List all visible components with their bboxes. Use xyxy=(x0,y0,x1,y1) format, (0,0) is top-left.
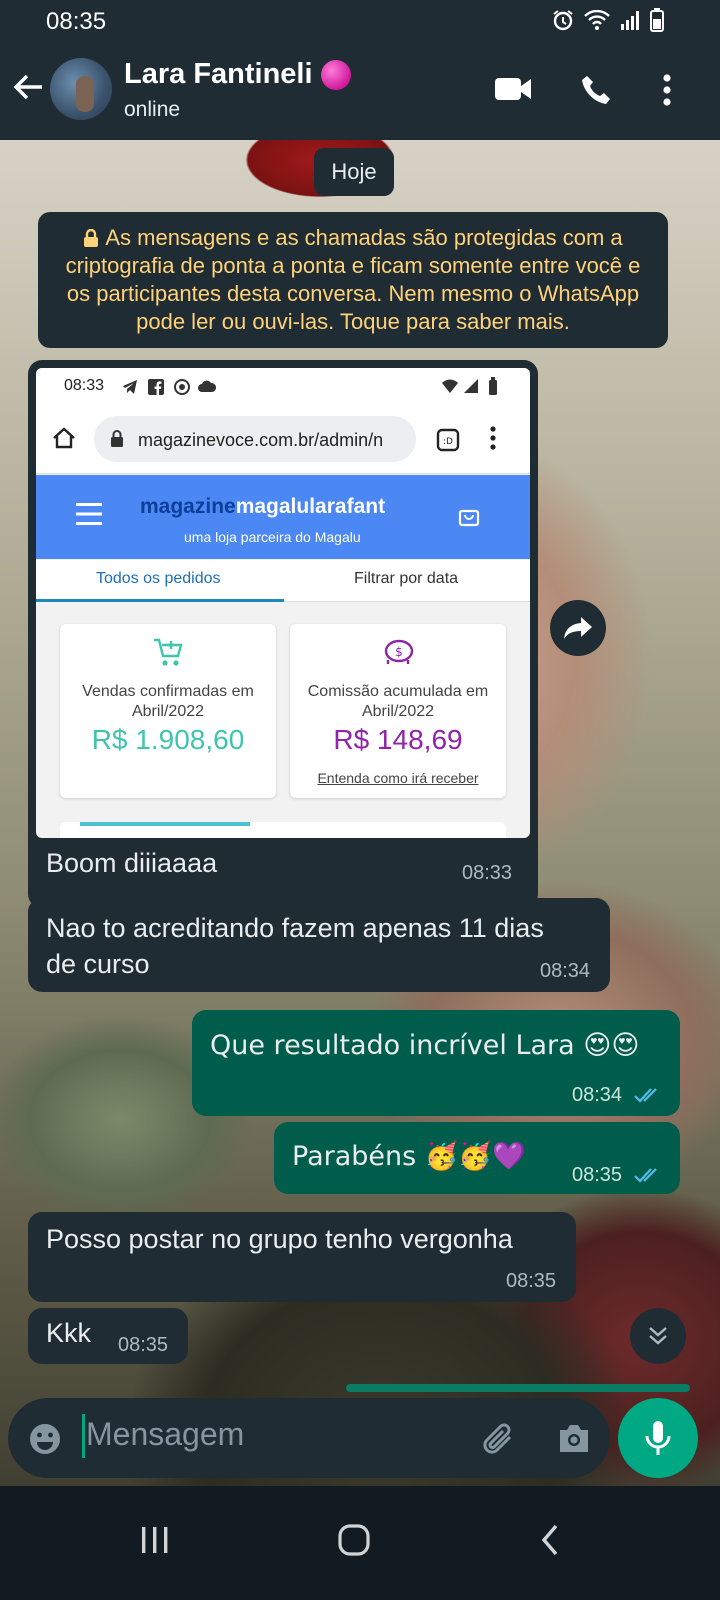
double-chevron-down-icon xyxy=(649,1327,667,1345)
tab-filter-date: Filtrar por data xyxy=(354,570,459,587)
store-subtitle: uma loja parceira do Magalu xyxy=(184,529,361,545)
message-text: Kkk xyxy=(46,1318,92,1348)
read-receipt-icon xyxy=(634,1088,657,1103)
more-options-icon[interactable] xyxy=(662,74,672,106)
message-bubble-outgoing[interactable]: Parabéns 🥳🥳💜 08:35 xyxy=(274,1122,680,1194)
orders-tabs: Todos os pedidos Filtrar por data xyxy=(36,560,530,602)
pink-circle-emoji-icon xyxy=(320,59,351,90)
date-chip: Hoje xyxy=(314,148,394,196)
message-text: Parabéns 🥳🥳💜 xyxy=(292,1141,526,1172)
contact-name-text: Lara Fantineli xyxy=(124,58,313,90)
commission-label: Comissão acumulada em Abril/2022 xyxy=(307,683,489,720)
image-message[interactable]: 08:33 magazinevoce.com.br/admin/n :D mag… xyxy=(28,360,538,908)
sales-value: R$ 1.908,60 xyxy=(91,724,245,755)
signal-icon xyxy=(621,11,639,30)
back-arrow-icon[interactable] xyxy=(12,72,44,102)
status-time: 08:35 xyxy=(46,8,107,35)
recent-apps-icon[interactable] xyxy=(140,1526,170,1554)
text-cursor xyxy=(82,1414,85,1458)
message-bubble-outgoing[interactable]: Que resultado incrível Lara 😍😍 08:34 xyxy=(192,1010,680,1116)
emoji-icon[interactable] xyxy=(28,1422,62,1456)
shopping-bag-icon xyxy=(458,509,480,527)
screenshot-signal-icon xyxy=(464,379,478,393)
screenshot-wifi-icon xyxy=(442,379,458,393)
microphone-icon xyxy=(645,1421,671,1455)
back-nav-icon[interactable] xyxy=(540,1524,560,1556)
avatar[interactable] xyxy=(50,58,112,120)
message-time: 08:35 xyxy=(506,1270,557,1292)
screenshot-status-bar: 08:33 xyxy=(36,368,530,406)
store-brand: magazinemagalularafant xyxy=(140,495,385,519)
cart-plus-icon xyxy=(154,638,183,666)
url-field: magazinevoce.com.br/admin/n xyxy=(94,416,416,462)
read-receipt-icon xyxy=(634,1168,657,1183)
message-time: 08:35 xyxy=(118,1334,169,1356)
hamburger-menu-icon xyxy=(76,503,102,525)
message-text: Posso postar no grupo tenho vergonha xyxy=(46,1224,513,1254)
home-icon xyxy=(53,427,75,449)
message-time: 08:34 xyxy=(572,1084,623,1106)
browser-menu-icon xyxy=(490,426,496,450)
svg-text::D: :D xyxy=(443,437,453,447)
store-banner: magazinemagalularafant uma loja parceira… xyxy=(36,475,530,559)
message-text: Nao to acreditando fazem apenas 11 dias … xyxy=(46,913,544,979)
forward-arrow-icon xyxy=(564,617,592,639)
image-message-time: 08:33 xyxy=(462,862,513,884)
message-bubble[interactable]: Nao to acreditando fazem apenas 11 dias … xyxy=(28,898,610,992)
message-time: 08:35 xyxy=(572,1164,623,1186)
message-bubble[interactable]: Posso postar no grupo tenho vergonha 08:… xyxy=(28,1212,576,1302)
lock-icon xyxy=(83,226,99,247)
message-text: Que resultado incrível Lara 😍😍 xyxy=(210,1030,640,1061)
contact-status: online xyxy=(124,98,181,121)
status-bar: 08:35 xyxy=(0,0,720,44)
shared-screenshot[interactable]: 08:33 magazinevoce.com.br/admin/n :D mag… xyxy=(36,368,530,838)
voice-call-icon[interactable] xyxy=(580,74,612,106)
battery-icon xyxy=(650,8,664,32)
telegram-icon xyxy=(123,380,137,394)
message-input-placeholder[interactable]: Mensagem xyxy=(86,1416,244,1453)
padlock-icon xyxy=(111,430,123,447)
url-text: magazinevoce.com.br/admin/n xyxy=(138,430,384,450)
contact-name[interactable]: Lara Fantineli xyxy=(124,58,351,91)
home-button-icon[interactable] xyxy=(338,1524,370,1556)
alarm-icon xyxy=(553,10,573,31)
active-tab-indicator xyxy=(36,599,284,602)
encryption-notice[interactable]: As mensagens e as chamadas são protegida… xyxy=(38,212,668,348)
tab-all-orders: Todos os pedidos xyxy=(96,570,221,587)
encryption-notice-text: As mensagens e as chamadas são protegida… xyxy=(65,225,641,334)
image-caption: Boom diiiaaaa xyxy=(46,848,218,878)
commission-value: R$ 148,69 xyxy=(333,724,463,755)
attach-icon[interactable] xyxy=(480,1420,518,1458)
receive-info-link: Entenda como irá receber xyxy=(317,770,479,786)
commission-card: $ Comissão acumulada em Abril/2022 R$ 14… xyxy=(290,624,506,798)
store-brand-name: magalularafant xyxy=(235,495,386,518)
chat-header: Lara Fantineli online xyxy=(0,44,720,140)
store-brand-prefix: magazine xyxy=(140,495,236,518)
sales-label: Vendas confirmadas em Abril/2022 xyxy=(82,683,254,720)
svg-text:$: $ xyxy=(395,645,403,659)
status-icons xyxy=(552,8,664,32)
facebook-icon xyxy=(148,379,164,395)
next-card-peek xyxy=(60,822,506,838)
camera-icon[interactable] xyxy=(556,1422,592,1454)
piggy-bank-icon: $ xyxy=(384,639,414,664)
message-time: 08:34 xyxy=(540,960,591,982)
tab-switcher-icon: :D xyxy=(436,428,460,452)
scroll-to-bottom-button[interactable] xyxy=(630,1308,686,1364)
cloud-icon xyxy=(198,380,216,392)
mic-button[interactable] xyxy=(618,1398,698,1478)
forward-button[interactable] xyxy=(550,600,606,656)
screenshot-battery-icon xyxy=(489,377,497,395)
message-bubble[interactable]: Kkk 08:35 xyxy=(28,1308,188,1364)
voice-progress-line xyxy=(346,1384,690,1392)
wifi-icon xyxy=(584,10,610,30)
system-nav-bar xyxy=(0,1486,720,1600)
message-composer[interactable]: Mensagem xyxy=(8,1398,610,1478)
chrome-icon xyxy=(174,379,190,395)
video-call-icon[interactable] xyxy=(494,76,532,102)
sales-card: Vendas confirmadas em Abril/2022 R$ 1.90… xyxy=(60,624,276,798)
browser-url-bar: magazinevoce.com.br/admin/n :D xyxy=(36,406,530,474)
screenshot-time: 08:33 xyxy=(64,377,105,394)
